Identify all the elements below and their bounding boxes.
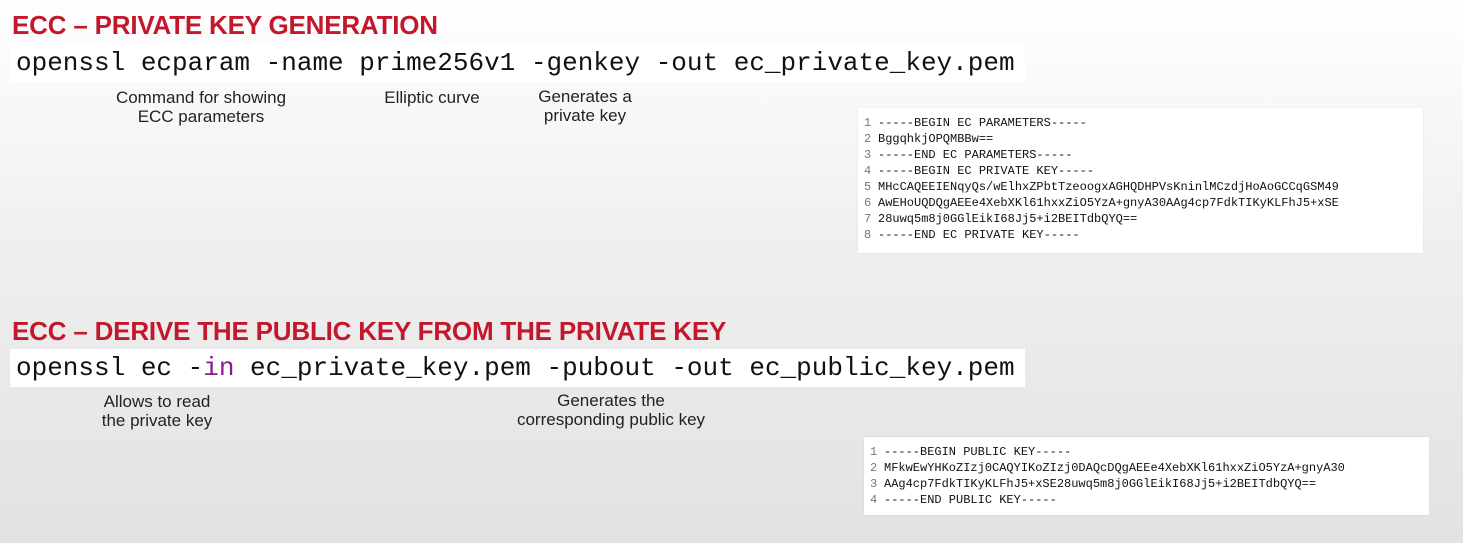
annotation-elliptic-curve: Elliptic curve [372, 88, 492, 107]
code-line: 3 -----END EC PARAMETERS----- [864, 147, 1415, 163]
annotation-read-private-key: Allows to read the private key [82, 392, 232, 430]
section-title-private-key-generation: ECC – PRIVATE KEY GENERATION [12, 10, 438, 40]
private-key-output-block: 1 -----BEGIN EC PARAMETERS----- 2 BggqhkjO… [858, 108, 1423, 253]
code-line: 1 -----BEGIN EC PARAMETERS----- [864, 115, 1415, 131]
code-text: MHcCAQEEIENqyQs/wElhxZPbtTzeoogxAGHQDHPV… [878, 180, 1339, 194]
line-number: 7 [864, 212, 872, 226]
code-line: 1 -----BEGIN PUBLIC KEY----- [870, 444, 1421, 460]
line-number: 5 [864, 180, 872, 194]
line-number: 4 [864, 164, 872, 178]
command-text-post: ec_private_key.pem -pubout -out ec_publi… [234, 353, 1015, 383]
code-line: 3 AAg4cp7FdkTIKyKLFhJ5+xSE28uwq5m8j0GGlEi… [870, 476, 1421, 492]
code-text: -----BEGIN PUBLIC KEY----- [884, 445, 1072, 459]
annotation-line: ECC parameters [137, 107, 265, 126]
annotation-line: Elliptic curve [384, 88, 480, 107]
line-number: 3 [864, 148, 872, 162]
line-number: 3 [870, 477, 878, 491]
code-line: 4 -----BEGIN EC PRIVATE KEY----- [864, 163, 1415, 179]
annotation-line: Allows to read [103, 392, 211, 411]
annotation-public-key: Generates the corresponding public key [496, 391, 726, 429]
code-line: 7 28uwq5m8j0GGlEikI68Jj5+i2BEITdbQYQ== [864, 211, 1415, 227]
code-text: AwEHoUQDQgAEEe4XebXKl61hxxZiO5YzA+gnyA30… [878, 196, 1339, 210]
line-number: 2 [870, 461, 878, 475]
command-keyword-in: in [203, 353, 235, 383]
code-line: 8 -----END EC PRIVATE KEY----- [864, 227, 1415, 243]
code-line: 5 MHcCAQEEIENqyQs/wElhxZPbtTzeoogxAGHQDHP… [864, 179, 1415, 195]
code-line: 6 AwEHoUQDQgAEEe4XebXKl61hxxZiO5YzA+gnyA3… [864, 195, 1415, 211]
line-number: 8 [864, 228, 872, 242]
annotation-line: the private key [101, 411, 213, 430]
annotation-genkey: Generates a private key [522, 87, 648, 125]
annotation-line: private key [543, 106, 627, 125]
code-text: -----END EC PARAMETERS----- [878, 148, 1073, 162]
annotation-line: corresponding public key [516, 410, 706, 429]
command-text: openssl ecparam -name prime256v1 -genkey… [16, 48, 1015, 78]
code-text: AAg4cp7FdkTIKyKLFhJ5+xSE28uwq5m8j0GGlEik… [884, 477, 1317, 491]
command-pubout: openssl ec -in ec_private_key.pem -pubou… [10, 349, 1025, 387]
code-text: MFkwEwYHKoZIzj0CAQYIKoZIzj0DAQcDQgAEEe4X… [884, 461, 1345, 475]
code-text: BggqhkjOPQMBBw== [878, 132, 994, 146]
line-number: 4 [870, 493, 878, 507]
line-number: 1 [870, 445, 878, 459]
code-text: -----BEGIN EC PRIVATE KEY----- [878, 164, 1095, 178]
annotation-line: Generates a [538, 87, 632, 106]
command-genkey: openssl ecparam -name prime256v1 -genkey… [10, 44, 1025, 82]
section-title-derive-public-key: ECC – DERIVE THE PUBLIC KEY FROM THE PRI… [12, 316, 727, 346]
code-text: 28uwq5m8j0GGlEikI68Jj5+i2BEITdbQYQ== [878, 212, 1138, 226]
code-line: 4 -----END PUBLIC KEY----- [870, 492, 1421, 508]
code-line: 2 MFkwEwYHKoZIzj0CAQYIKoZIzj0DAQcDQgAEEe4… [870, 460, 1421, 476]
public-key-output-block: 1 -----BEGIN PUBLIC KEY----- 2 MFkwEwYHKoZ… [864, 437, 1429, 515]
code-text: -----END PUBLIC KEY----- [884, 493, 1057, 507]
code-text: -----END EC PRIVATE KEY----- [878, 228, 1080, 242]
code-line: 2 BggqhkjOPQMBBw== [864, 131, 1415, 147]
line-number: 6 [864, 196, 872, 210]
line-number: 1 [864, 116, 872, 130]
line-number: 2 [864, 132, 872, 146]
command-text-pre: openssl ec - [16, 353, 204, 383]
annotation-line: Generates the [557, 391, 665, 410]
annotation-ecparam: Command for showing ECC parameters [102, 88, 300, 126]
code-text: -----BEGIN EC PARAMETERS----- [878, 116, 1087, 130]
annotation-line: Command for showing [115, 88, 287, 107]
